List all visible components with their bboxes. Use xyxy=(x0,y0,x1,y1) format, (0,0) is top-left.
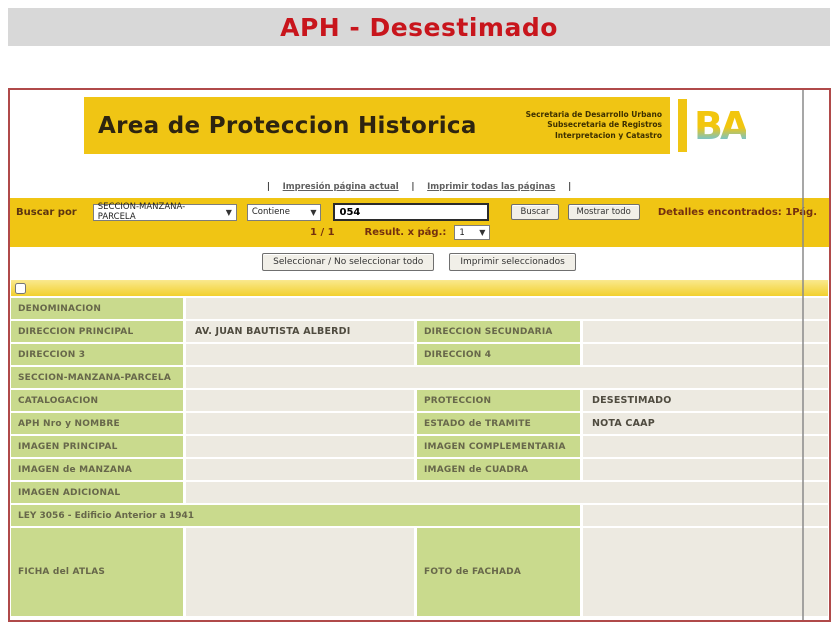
search-operator-selected-value: Contiene xyxy=(251,207,290,217)
mostrar-todo-button[interactable]: Mostrar todo xyxy=(567,204,640,220)
actions-row: Seleccionar / No seleccionar todo Imprim… xyxy=(10,248,828,271)
link-separator: | xyxy=(266,182,270,192)
org-line-1: Secretaria de Desarrollo Urbano xyxy=(525,109,662,119)
org-line-3: Interpretacion y Catastro xyxy=(554,130,662,140)
header-separator-bar xyxy=(678,99,687,152)
page-title: APH - Desestimado xyxy=(280,12,558,42)
field-value-ley-3056 xyxy=(583,505,828,526)
table-row: DIRECCION PRINCIPAL AV. JUAN BAUTISTA AL… xyxy=(11,321,828,342)
field-label-ley-3056: LEY 3056 - Edificio Anterior a 1941 xyxy=(11,505,580,526)
app-header-bar: Area de Proteccion Historica Secretaria … xyxy=(84,97,670,154)
link-separator: | xyxy=(568,182,572,192)
field-label-direccion-principal: DIRECCION PRINCIPAL xyxy=(11,321,183,342)
table-row: DIRECCION 3 DIRECCION 4 xyxy=(11,344,828,365)
field-label-seccion-manzana-parcela: SECCION-MANZANA-PARCELA xyxy=(11,367,183,388)
field-value-imagen-cuadra xyxy=(583,459,828,480)
field-value-imagen-manzana xyxy=(186,459,414,480)
estado-tramite-value-text: NOTA CAAP xyxy=(592,418,655,429)
table-row: IMAGEN PRINCIPAL IMAGEN COMPLEMENTARIA xyxy=(11,436,828,457)
app-title: Area de Proteccion Historica xyxy=(98,112,477,139)
chevron-down-icon: ▼ xyxy=(479,228,486,237)
field-value-direccion-secundaria xyxy=(583,321,828,342)
field-value-direccion-principal: AV. JUAN BAUTISTA ALBERDI xyxy=(186,321,414,342)
field-value-aph-nro-nombre xyxy=(186,413,414,434)
field-value-seccion-manzana-parcela xyxy=(186,367,828,388)
details-found-text: Detalles encontrados: 1 xyxy=(657,206,793,218)
field-label-direccion-secundaria: DIRECCION SECUNDARIA xyxy=(417,321,580,342)
page-abbr-label: Pág. xyxy=(792,206,817,218)
search-field-selected-value: SECCION-MANZANA-PARCELA xyxy=(97,202,186,222)
field-label-imagen-adicional: IMAGEN ADICIONAL xyxy=(11,482,183,503)
search-query-input[interactable] xyxy=(333,203,490,221)
aph-app-window: Area de Proteccion Historica Secretaria … xyxy=(8,88,831,622)
field-label-imagen-complementaria: IMAGEN COMPLEMENTARIA xyxy=(417,436,580,457)
print-all-pages-link[interactable]: Imprimir todas las páginas xyxy=(427,182,555,192)
buscar-button[interactable]: Buscar xyxy=(511,204,559,220)
table-row: IMAGEN ADICIONAL xyxy=(11,482,828,503)
table-row: SECCION-MANZANA-PARCELA xyxy=(11,367,828,388)
field-value-imagen-adicional xyxy=(186,482,828,503)
field-value-catalogacion xyxy=(186,390,414,411)
field-value-imagen-principal xyxy=(186,436,414,457)
field-label-aph-nro-nombre: APH Nro y NOMBRE xyxy=(11,413,183,434)
ba-logo: BA xyxy=(694,100,749,152)
search-row-1: Buscar por SECCION-MANZANA-PARCELA ▼ Con… xyxy=(10,198,829,222)
field-label-denominacion: DENOMINACION xyxy=(11,298,183,319)
link-separator: | xyxy=(411,182,415,192)
search-row-2: 1 / 1 Result. x pág.: 1 ▼ xyxy=(310,225,829,240)
record-detail-table: DENOMINACION DIRECCION PRINCIPAL AV. JUA… xyxy=(11,298,828,618)
table-row: CATALOGACION PROTECCION DESESTIMADO xyxy=(11,390,828,411)
toggle-select-all-button[interactable]: Seleccionar / No seleccionar todo xyxy=(262,253,435,271)
search-operator-select[interactable]: Contiene ▼ xyxy=(246,203,322,221)
field-value-direccion-3 xyxy=(186,344,414,365)
page-top-banner: APH - Desestimado xyxy=(8,8,830,46)
org-subtitle: Secretaria de Desarrollo Urbano Subsecre… xyxy=(526,110,670,142)
search-field-select[interactable]: SECCION-MANZANA-PARCELA ▼ xyxy=(92,202,237,222)
search-bar: Buscar por SECCION-MANZANA-PARCELA ▼ Con… xyxy=(10,198,829,247)
proteccion-value-text: DESESTIMADO xyxy=(592,395,672,406)
results-per-page-select[interactable]: 1 ▼ xyxy=(454,225,491,240)
table-row: APH Nro y NOMBRE ESTADO de TRAMITE NOTA … xyxy=(11,413,828,434)
field-label-direccion-3: DIRECCION 3 xyxy=(11,344,183,365)
table-row: FICHA del ATLAS FOTO de FACHADA xyxy=(11,528,828,616)
field-label-estado-tramite: ESTADO de TRAMITE xyxy=(417,413,580,434)
vertical-divider-line xyxy=(802,90,804,620)
search-by-label: Buscar por xyxy=(16,206,77,218)
table-row: LEY 3056 - Edificio Anterior a 1941 xyxy=(11,505,828,526)
chevron-down-icon: ▼ xyxy=(225,207,232,217)
field-label-imagen-cuadra: IMAGEN de CUADRA xyxy=(417,459,580,480)
field-value-denominacion xyxy=(186,298,828,319)
record-select-row xyxy=(11,280,828,296)
field-label-ficha-atlas: FICHA del ATLAS xyxy=(11,528,183,616)
print-selected-button[interactable]: Imprimir seleccionados xyxy=(449,253,576,271)
field-label-imagen-principal: IMAGEN PRINCIPAL xyxy=(11,436,183,457)
field-label-foto-fachada: FOTO de FACHADA xyxy=(417,528,580,616)
field-value-estado-tramite: NOTA CAAP xyxy=(583,413,828,434)
field-value-ficha-atlas xyxy=(186,528,414,616)
field-label-proteccion: PROTECCION xyxy=(417,390,580,411)
field-value-foto-fachada xyxy=(583,528,828,616)
table-row: IMAGEN de MANZANA IMAGEN de CUADRA xyxy=(11,459,828,480)
field-value-direccion-4 xyxy=(583,344,828,365)
field-label-catalogacion: CATALOGACION xyxy=(11,390,183,411)
field-value-proteccion: DESESTIMADO xyxy=(583,390,828,411)
print-current-page-link[interactable]: Impresión página actual xyxy=(283,182,399,192)
results-per-page-label: Result. x pág.: xyxy=(364,227,447,238)
table-row: DENOMINACION xyxy=(11,298,828,319)
org-line-2: Subsecretaria de Registros xyxy=(547,120,662,130)
direccion-principal-value-text: AV. JUAN BAUTISTA ALBERDI xyxy=(195,326,351,337)
print-links-row: | Impresión página actual | Imprimir tod… xyxy=(10,182,828,192)
select-record-checkbox[interactable] xyxy=(15,282,26,294)
field-label-direccion-4: DIRECCION 4 xyxy=(417,344,580,365)
chevron-down-icon: ▼ xyxy=(310,207,317,217)
page-indicator: 1 / 1 xyxy=(310,227,335,238)
field-label-imagen-manzana: IMAGEN de MANZANA xyxy=(11,459,183,480)
results-per-page-selected-value: 1 xyxy=(459,227,465,238)
field-value-imagen-complementaria xyxy=(583,436,828,457)
